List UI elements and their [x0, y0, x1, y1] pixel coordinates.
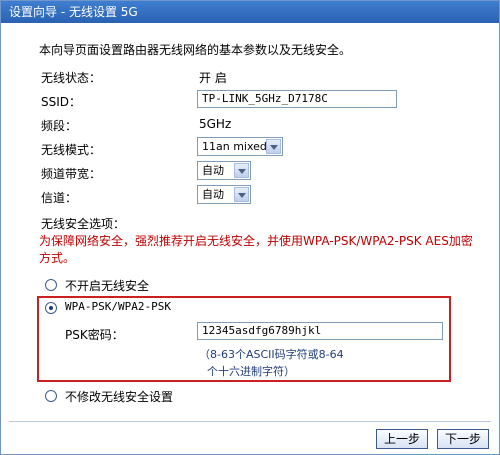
radio-keep-security[interactable] — [45, 390, 57, 402]
band-value: 5GHz — [199, 117, 232, 131]
next-button[interactable]: 下一步 — [437, 429, 489, 449]
mode-select-value: 11an mixed — [202, 140, 267, 153]
bandwidth-select-value: 自动 — [202, 164, 224, 177]
channel-select[interactable]: 自动 — [197, 185, 251, 204]
radio-no-security[interactable] — [45, 279, 57, 291]
ssid-label: SSID： — [41, 95, 82, 109]
security-warning: 为保障网络安全，强烈推荐开启无线安全，并使用WPA-PSK/WPA2-PSK A… — [39, 234, 473, 265]
status-value: 开 启 — [199, 71, 227, 85]
channel-label: 信道： — [41, 191, 78, 205]
band-label: 频段： — [41, 119, 78, 133]
chevron-down-icon — [234, 187, 249, 202]
psk-label: PSK密码： — [65, 328, 124, 342]
wizard-content: 本向导页面设置路由器无线网络的基本参数以及无线安全。 无线状态： 开 启 SSI… — [1, 23, 499, 454]
psk-hint-line1: （8-63个ASCII码字符或8-64 — [199, 348, 344, 361]
radio-keep-security-label: 不修改无线安全设置 — [65, 390, 174, 404]
mode-label: 无线模式： — [41, 143, 102, 157]
psk-hint-line2: 个十六进制字符） — [207, 365, 295, 378]
wizard-window: 设置向导 - 无线设置 5G 本向导页面设置路由器无线网络的基本参数以及无线安全… — [0, 0, 500, 455]
radio-no-security-label: 不开启无线安全 — [65, 279, 150, 293]
intro-text: 本向导页面设置路由器无线网络的基本参数以及无线安全。 — [39, 43, 352, 57]
psk-input[interactable]: 12345asdfg6789hjkl — [197, 322, 443, 340]
security-section-label: 无线安全选项： — [41, 217, 126, 231]
chevron-down-icon — [234, 163, 249, 178]
ssid-input[interactable]: TP-LINK_5GHz_D7178C — [197, 90, 397, 108]
chevron-down-icon — [266, 139, 281, 154]
radio-wpa-label: WPA-PSK/WPA2-PSK — [65, 300, 171, 313]
radio-wpa[interactable] — [45, 302, 57, 314]
footer-divider — [9, 421, 491, 422]
prev-button[interactable]: 上一步 — [376, 429, 428, 449]
channel-select-value: 自动 — [202, 188, 224, 201]
mode-select[interactable]: 11an mixed — [197, 137, 283, 156]
status-label: 无线状态： — [41, 71, 102, 85]
window-title: 设置向导 - 无线设置 5G — [1, 1, 499, 23]
bandwidth-label: 频道带宽： — [41, 167, 102, 181]
bandwidth-select[interactable]: 自动 — [197, 161, 251, 180]
